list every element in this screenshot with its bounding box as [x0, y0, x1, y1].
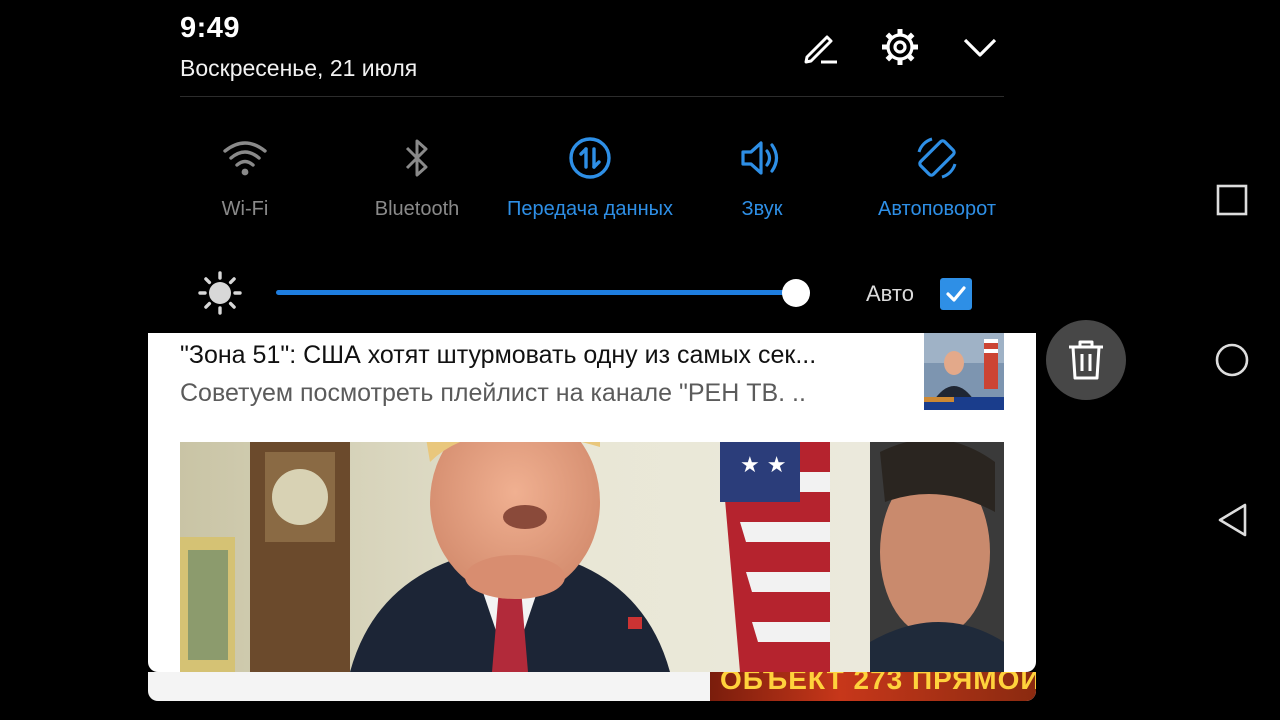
sound-icon — [677, 130, 847, 186]
notification-thumbnail — [924, 333, 1004, 410]
home-circle-icon[interactable] — [1212, 340, 1252, 380]
tile-wifi-label: Wi-Fi — [221, 198, 269, 220]
underlying-banner: ОБЪЕКТ 273 ПРЯМОЙ ЭФИР — [710, 672, 1036, 701]
back-triangle-icon[interactable] — [1212, 500, 1252, 540]
header-divider — [180, 96, 1004, 97]
tile-wifi[interactable]: Wi-Fi — [160, 130, 330, 230]
underlying-banner-text: ОБЪЕКТ 273 ПРЯМОЙ ЭФИР — [720, 672, 1036, 695]
auto-brightness-label: Авто — [866, 281, 914, 306]
notification-title: "Зона 51": США хотят штурмовать одну из … — [180, 341, 817, 369]
underlying-notification-card[interactable]: ОБЪЕКТ 273 ПРЯМОЙ ЭФИР — [148, 672, 1036, 701]
tile-bluetooth[interactable]: Bluetooth — [332, 130, 502, 230]
tile-auto-rotate-label: Автоповорот — [877, 198, 997, 220]
edit-icon[interactable] — [800, 27, 840, 67]
notification-body: Советуем посмотреть плейлист на канале "… — [180, 379, 806, 407]
brightness-slider-track[interactable] — [276, 290, 810, 295]
notification-card[interactable]: "Зона 51": США хотят штурмовать одну из … — [148, 333, 1036, 672]
delete-notification-button[interactable] — [1046, 320, 1126, 400]
tile-sound[interactable]: Звук — [677, 130, 847, 230]
mobile-data-icon — [505, 130, 675, 186]
brightness-slider-thumb[interactable] — [782, 279, 810, 307]
brightness-sun-icon — [198, 271, 242, 315]
notification-video-preview: ★ ★ — [180, 442, 1004, 672]
tile-auto-rotate[interactable]: Автоповорот — [852, 130, 1022, 230]
tile-sound-label: Звук — [741, 198, 783, 220]
svg-text:★ ★: ★ ★ — [740, 453, 786, 478]
trash-icon — [1069, 340, 1103, 380]
auto-rotate-icon — [852, 130, 1022, 186]
checkmark-icon — [946, 286, 966, 302]
tile-mobile-data[interactable]: Передача данных — [505, 130, 675, 230]
recents-square-icon[interactable] — [1212, 180, 1252, 220]
wifi-icon — [160, 130, 330, 186]
clock-time: 9:49 — [180, 12, 241, 44]
tile-mobile-data-label: Передача данных — [506, 198, 673, 220]
bluetooth-icon — [332, 130, 502, 186]
date-text: Воскресенье, 21 июля — [180, 55, 418, 81]
collapse-chevron-icon[interactable] — [960, 27, 1000, 67]
tile-bluetooth-label: Bluetooth — [374, 198, 460, 220]
settings-icon[interactable] — [880, 27, 920, 67]
auto-brightness-checkbox[interactable] — [940, 278, 972, 310]
